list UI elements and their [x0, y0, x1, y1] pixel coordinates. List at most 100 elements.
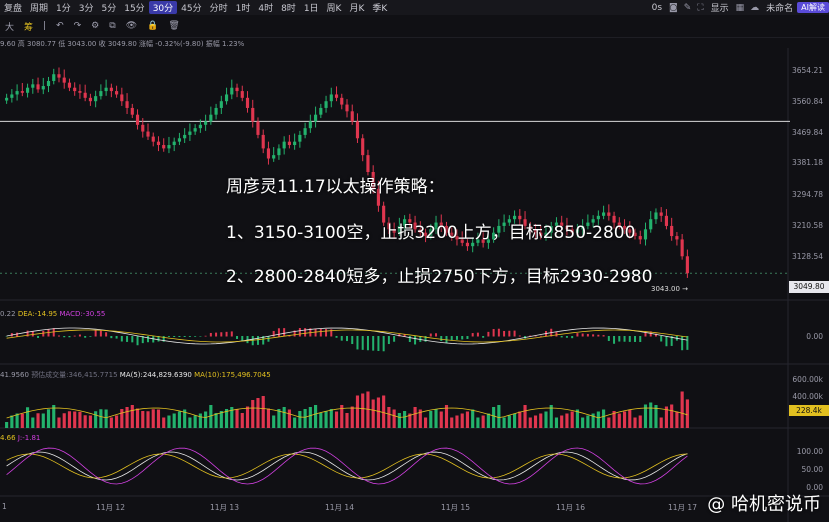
toolbar-item-timeshare[interactable]: 分时	[206, 1, 232, 14]
volume-bar	[528, 417, 532, 428]
delete-icon[interactable]: 🗑	[163, 21, 184, 31]
undo-icon[interactable]: ↶	[51, 21, 69, 31]
macd-bar	[147, 336, 150, 343]
macd-bar	[487, 331, 490, 337]
macd-bar	[565, 336, 568, 338]
layout-icon[interactable]: ▦	[733, 3, 748, 13]
macd-bar	[183, 336, 186, 337]
macd-bar	[42, 330, 45, 337]
macd-bar	[256, 336, 259, 345]
macd-bar	[466, 336, 469, 339]
toolbar-item-month[interactable]: 月K	[345, 1, 368, 14]
candle-body	[298, 134, 302, 142]
toolbar-item-quarter[interactable]: 季K	[368, 1, 391, 14]
ai-analysis-button[interactable]: AI解读	[797, 2, 829, 13]
lock-icon[interactable]: 🔒	[142, 21, 163, 31]
redo-icon[interactable]: ↷	[69, 21, 87, 31]
macd-bar	[178, 336, 181, 337]
volume-bar	[502, 417, 506, 428]
volume-bar	[560, 415, 564, 428]
candle-body	[219, 101, 223, 108]
volume-bar	[125, 407, 129, 428]
visible-icon[interactable]: 👁	[121, 21, 142, 31]
drawbar-item-big[interactable]: 大	[0, 20, 19, 33]
volume-bar	[602, 409, 606, 428]
candle-body	[198, 124, 202, 129]
macd-bar	[429, 333, 432, 337]
volume-bar	[293, 417, 297, 428]
macd-bar	[173, 336, 176, 337]
volume-bar	[471, 409, 475, 428]
macd-bar	[387, 336, 390, 345]
candle-body	[15, 91, 19, 95]
toolbar-item-45m[interactable]: 45分	[177, 1, 205, 14]
macd-bar	[482, 336, 485, 338]
volume-bar	[277, 409, 281, 428]
toolbar-item-replay[interactable]: 复盘	[0, 1, 26, 14]
volume-bar	[20, 413, 24, 428]
price-tick: 3381.18	[791, 158, 823, 167]
macd-bar	[346, 336, 348, 342]
toolbar-item-1h[interactable]: 1时	[232, 1, 255, 14]
toolbar-item-30m[interactable]: 30分	[148, 1, 178, 14]
volume-bar	[167, 415, 171, 428]
last-price-label: 3043.00 →	[651, 285, 689, 293]
volume-bar	[617, 413, 621, 428]
macd-bar	[377, 336, 380, 351]
account-name[interactable]: 未命名	[762, 1, 797, 14]
volume-bar	[266, 408, 271, 428]
toolbar-item-week[interactable]: 周K	[323, 1, 346, 14]
toolbar-item-period[interactable]: 周期	[26, 1, 52, 14]
toolbar-item-4h[interactable]: 4时	[254, 1, 277, 14]
fullscreen-icon[interactable]: ⛶	[694, 3, 706, 13]
display-menu[interactable]: 显示	[707, 1, 733, 14]
candle-body	[183, 134, 187, 139]
volume-bar	[382, 395, 386, 428]
toolbar-item-15m[interactable]: 15分	[120, 1, 148, 14]
volume-bar	[73, 411, 77, 428]
macd-bar	[241, 336, 244, 342]
volume-bar	[554, 417, 559, 428]
volume-bar	[638, 415, 642, 428]
toolbar-item-5m[interactable]: 5分	[98, 1, 121, 14]
volume-forecast-label: 预估成交量:346,415.7715	[31, 371, 118, 379]
candle-body	[230, 87, 234, 95]
candle-body	[130, 107, 134, 115]
candle-body	[664, 215, 669, 226]
camera-icon[interactable]: ◙	[666, 3, 681, 13]
candle-body	[308, 121, 312, 129]
macd-value-label: MACD:-30.55	[59, 310, 106, 318]
kdj-j-label: J:-1.81	[17, 434, 41, 442]
candle-body	[25, 87, 30, 93]
macd-bar	[686, 336, 689, 350]
edit-icon[interactable]: ✎	[681, 3, 695, 13]
macd-bar	[325, 329, 328, 337]
volume-bar	[680, 391, 684, 428]
macd-bar	[84, 336, 87, 338]
toolbar-item-1m[interactable]: 1分	[52, 1, 75, 14]
cloud-icon[interactable]: ☁	[747, 3, 762, 13]
toolbar-item-8h[interactable]: 8时	[277, 1, 300, 14]
candle-body	[36, 84, 40, 90]
drawbar-item-chips[interactable]: 筹	[19, 20, 38, 33]
volume-bar	[481, 415, 485, 428]
candle-body	[125, 101, 129, 108]
settings-icon[interactable]: ⚙	[86, 21, 104, 31]
macd-bar	[440, 336, 443, 341]
toolbar-item-3m[interactable]: 3分	[75, 1, 98, 14]
candle-body	[319, 107, 323, 115]
toolbar-item-1d[interactable]: 1日	[300, 1, 323, 14]
macd-bar	[455, 336, 458, 340]
candle-body	[303, 128, 307, 135]
volume-bar	[62, 413, 66, 428]
kdj-legend: 4.66 J:-1.81	[0, 434, 40, 442]
candle-body	[366, 155, 370, 172]
volume-bar	[15, 413, 19, 428]
copy-icon[interactable]: ⧉	[104, 21, 120, 31]
volume-bar	[120, 409, 124, 428]
volume-bar	[581, 417, 585, 428]
candle-body	[104, 87, 108, 92]
macd-bar	[414, 336, 417, 345]
macd-bar	[298, 328, 301, 337]
macd-bar	[618, 336, 621, 342]
